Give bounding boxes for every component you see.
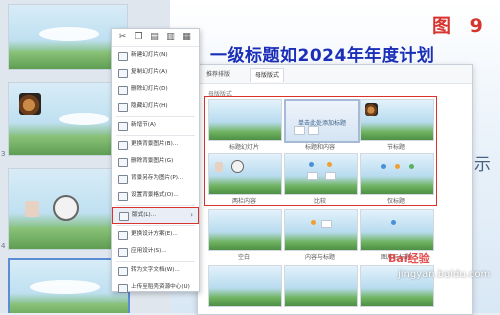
delete-icon: [118, 86, 128, 95]
scissors-icon[interactable]: ✂: [118, 32, 127, 42]
paste-icon[interactable]: ▤: [150, 32, 159, 42]
context-menu-toolbar: ✂ ❐ ▤ ▥ ▦: [112, 29, 199, 47]
menu-separator: [116, 261, 195, 262]
layout-option-label: 空白: [237, 254, 250, 261]
thumbnail-number: 4: [1, 242, 6, 250]
layout-option-label: 标题幻灯片: [228, 144, 259, 151]
layout-option[interactable]: [208, 265, 282, 307]
clock-image: [53, 195, 79, 221]
layout-icon: [119, 212, 129, 221]
layout-option[interactable]: [284, 265, 358, 307]
layout-option-label: 两栏内容: [231, 198, 256, 205]
menu-item-convert-to-document[interactable]: 转为文字文档(W)...: [112, 263, 199, 278]
paste-keep-format-icon[interactable]: ▥: [166, 32, 175, 42]
apply-design-icon: [118, 248, 128, 257]
layout-option[interactable]: [360, 209, 434, 251]
layout-option[interactable]: [208, 99, 282, 141]
menu-item-add-section[interactable]: 新增节(A): [112, 118, 199, 133]
section-icon: [118, 122, 128, 131]
thumbnail-number: 3: [1, 150, 6, 158]
context-menu: ✂ ❐ ▤ ▥ ▦ 新建幻灯片(N) 复制幻灯片(A) 删除幻灯片(D) 隐藏幻…: [111, 28, 200, 295]
duplicate-icon: [118, 69, 128, 78]
layout-option[interactable]: [208, 209, 282, 251]
layout-option[interactable]: [284, 209, 358, 251]
copy-icon[interactable]: ❐: [134, 32, 143, 42]
layout-option-label: 仅标题: [386, 198, 405, 205]
hide-icon: [118, 103, 128, 112]
watermark: Bai经验: [388, 252, 430, 265]
layout-panel-tabs: 推荐排版 母版版式: [198, 65, 472, 84]
slide-title[interactable]: 一级标题如2024年年度计划: [210, 41, 434, 66]
tab-recommended-layout[interactable]: 推荐排版: [202, 68, 234, 81]
document-icon: [118, 267, 128, 276]
layout-option-selected[interactable]: 单击此处添加标题: [284, 99, 360, 143]
menu-item-delete-slide[interactable]: 删除幻灯片(D): [112, 82, 199, 97]
watermark-url: jingyan.baidu.com: [398, 269, 491, 280]
menu-item-background-format[interactable]: 设置背景格式(O)...: [112, 188, 199, 203]
menu-item-apply-design[interactable]: 应用设计(S)...: [112, 244, 199, 259]
slide-thumbnail-2[interactable]: [8, 4, 128, 70]
layout-option-label: 内容与标题: [304, 254, 335, 261]
chevron-right-icon: ›: [190, 211, 193, 219]
menu-item-delete-background[interactable]: 删除背景图片(G): [112, 154, 199, 169]
portrait-image: [25, 201, 39, 217]
menu-item-hide-slide[interactable]: 隐藏幻灯片(H): [112, 99, 199, 114]
teapot-image: [19, 93, 41, 115]
menu-item-layout[interactable]: 版式(L)... ›: [112, 207, 199, 224]
menu-separator: [116, 135, 195, 136]
layout-option-label: 节标题: [386, 144, 405, 151]
menu-separator: [116, 225, 195, 226]
upload-icon: [118, 284, 128, 293]
figure-label: 图 9: [432, 15, 489, 37]
tab-master-layout[interactable]: 母版版式: [250, 68, 285, 82]
format-icon: [118, 192, 128, 201]
layout-option[interactable]: [360, 99, 434, 141]
paste-special-icon[interactable]: ▦: [182, 32, 191, 42]
menu-item-change-design[interactable]: 更换设计方案(E)...: [112, 227, 199, 242]
layout-option[interactable]: [208, 153, 282, 195]
layout-option-label: 标题和内容: [304, 144, 335, 151]
slide-thumbnail-3[interactable]: [8, 82, 128, 156]
layout-option[interactable]: [360, 153, 434, 195]
delete-image-icon: [118, 158, 128, 167]
menu-item-save-background[interactable]: 背景另存为图片(P)...: [112, 171, 199, 186]
slide-thumbnail-4[interactable]: [8, 168, 128, 250]
design-icon: [118, 231, 128, 240]
layout-option-label: 比较: [313, 198, 326, 205]
menu-separator: [116, 116, 195, 117]
menu-separator: [116, 205, 195, 206]
layout-option[interactable]: [284, 153, 358, 195]
image-icon: [118, 141, 128, 150]
menu-item-duplicate-slide[interactable]: 复制幻灯片(A): [112, 65, 199, 80]
menu-item-change-background[interactable]: 更换背景图片(B)...: [112, 137, 199, 152]
menu-item-new-slide[interactable]: 新建幻灯片(N): [112, 48, 199, 63]
menu-item-upload-resource[interactable]: 上传至稻壳资源中心(U): [112, 280, 199, 295]
save-image-icon: [118, 175, 128, 184]
new-slide-icon: [118, 52, 128, 61]
